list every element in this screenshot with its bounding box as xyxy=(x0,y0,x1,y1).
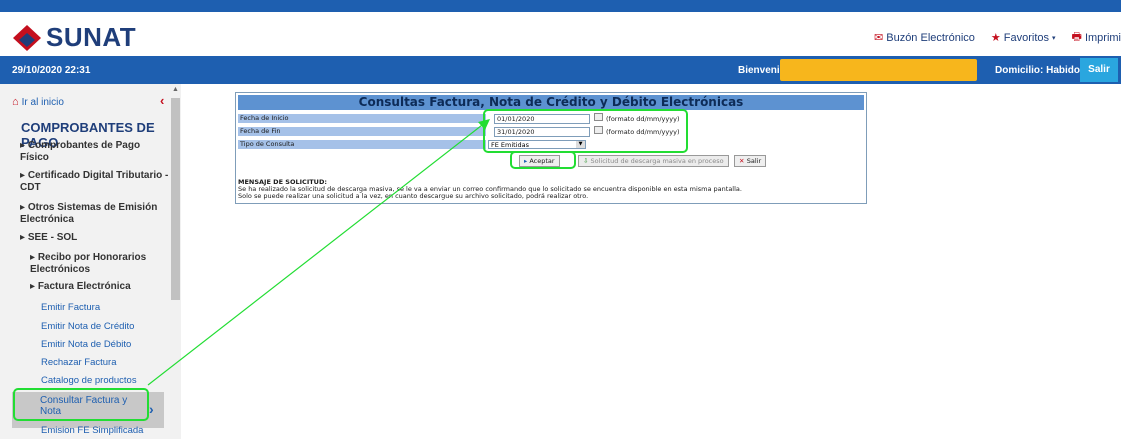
annotation-arrow xyxy=(147,119,490,386)
page: SUNAT ✉ Buzón Electrónico ★ Favoritos ▾ … xyxy=(0,0,1121,439)
